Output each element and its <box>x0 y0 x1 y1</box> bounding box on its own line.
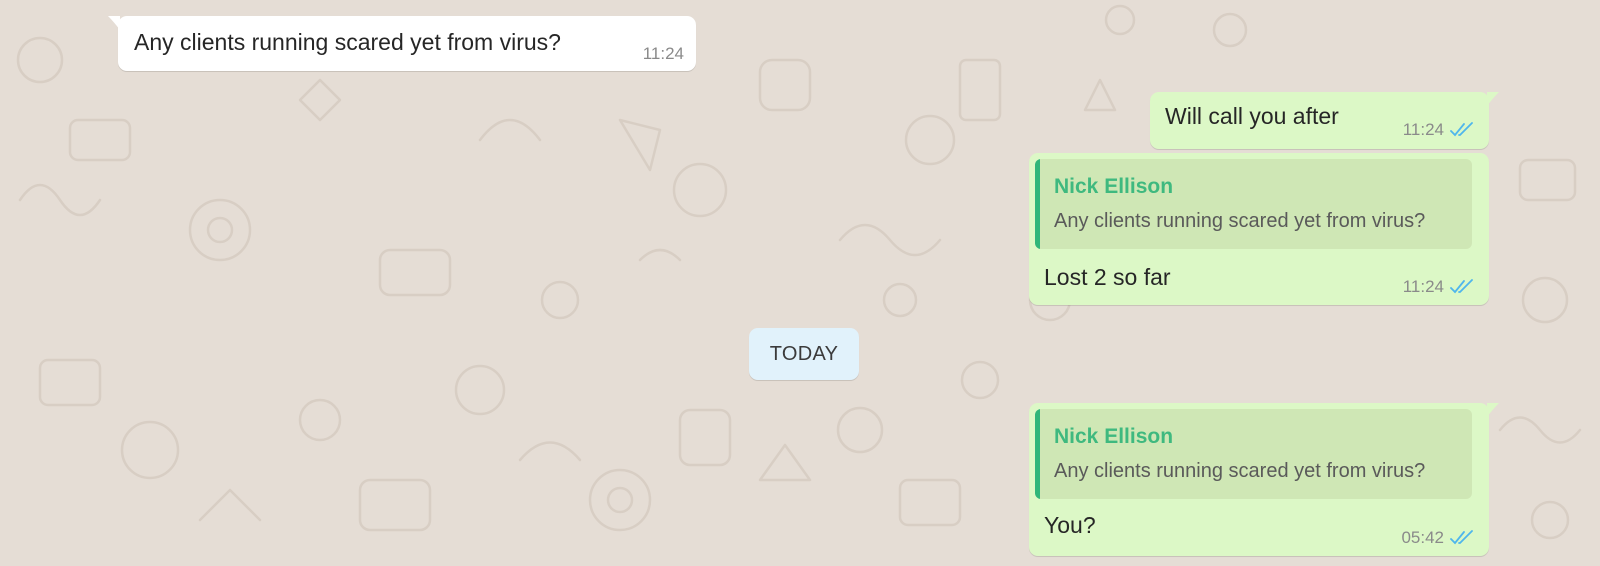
quote-accent-bar <box>1035 159 1040 249</box>
quoted-message[interactable]: Nick Ellison Any clients running scared … <box>1035 159 1472 249</box>
message-meta: 11:24 <box>1403 120 1475 140</box>
message-text: You? <box>1044 512 1096 538</box>
message-text: Any clients running scared yet from viru… <box>134 29 561 55</box>
message-text: Lost 2 so far <box>1044 264 1171 290</box>
message-time: 11:24 <box>1402 120 1444 139</box>
message-outgoing-reply[interactable]: Nick Ellison Any clients running scared … <box>1029 153 1489 305</box>
quote-author: Nick Ellison <box>1054 175 1174 198</box>
message-incoming[interactable]: Any clients running scared yet from viru… <box>108 16 696 71</box>
message-text: Will call you after <box>1165 103 1339 129</box>
quote-accent-bar <box>1035 409 1040 499</box>
message-outgoing[interactable]: Will call you after 11:24 <box>1150 92 1499 149</box>
double-check-icon <box>1450 279 1473 294</box>
message-time: 11:24 <box>642 44 684 63</box>
message-meta: 11:24 <box>1403 277 1475 297</box>
bubble-tail <box>1487 92 1499 106</box>
quote-text: Any clients running scared yet from viru… <box>1054 210 1426 232</box>
bubble-tail <box>1487 403 1499 417</box>
quoted-message[interactable]: Nick Ellison Any clients running scared … <box>1035 409 1472 499</box>
bubble-tail <box>108 16 120 30</box>
date-divider: TODAY <box>749 328 859 380</box>
message-time: 11:24 <box>1402 277 1444 296</box>
quote-author: Nick Ellison <box>1054 425 1174 448</box>
double-check-icon <box>1450 530 1473 545</box>
double-check-icon <box>1450 122 1473 137</box>
message-outgoing-reply[interactable]: Nick Ellison Any clients running scared … <box>1029 403 1499 556</box>
message-time: 05:42 <box>1401 528 1444 547</box>
quote-text: Any clients running scared yet from viru… <box>1054 460 1426 482</box>
message-meta: 05:42 <box>1401 528 1475 548</box>
